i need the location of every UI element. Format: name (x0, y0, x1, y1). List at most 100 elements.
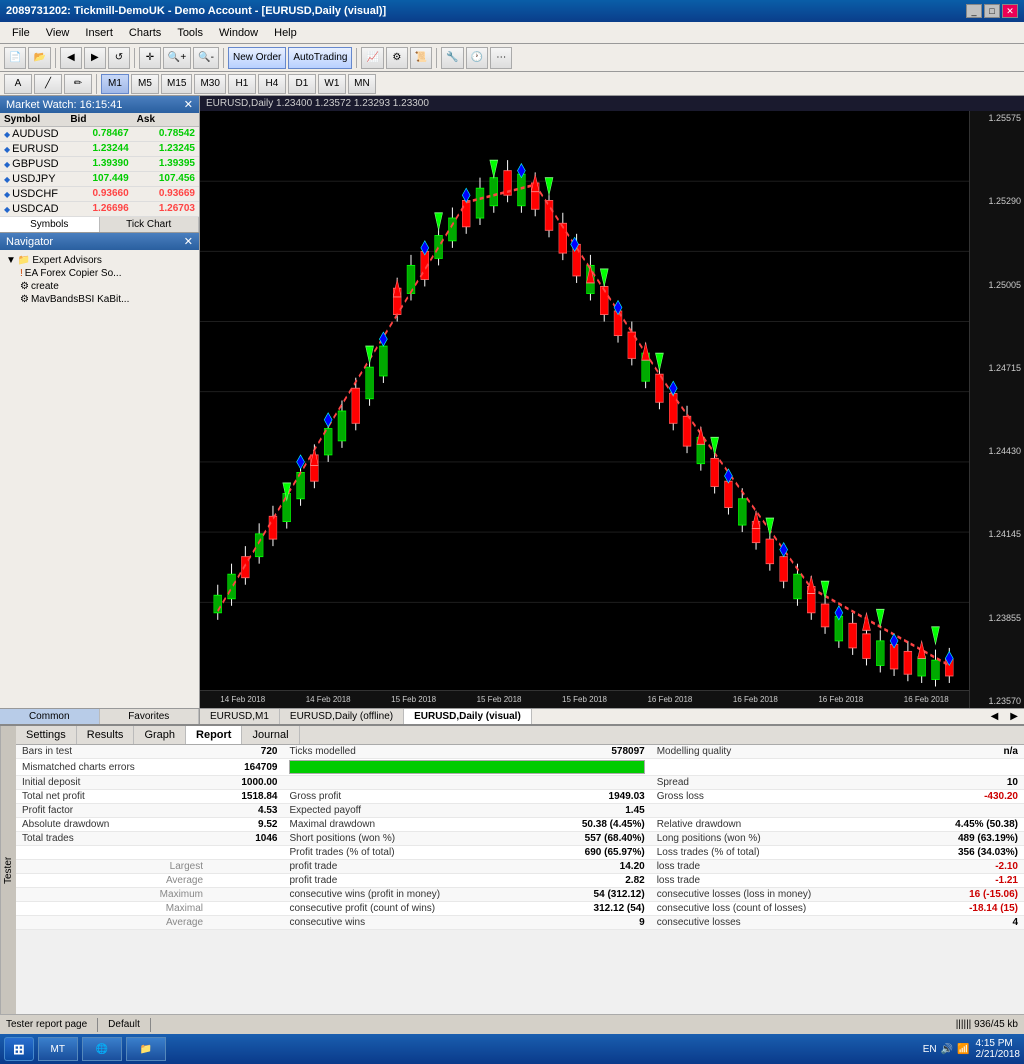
scroll-right-button[interactable]: ▶ (1004, 709, 1024, 724)
clock-button[interactable]: 🕐 (466, 47, 488, 69)
nav-item-ea-forex-copier[interactable]: ! EA Forex Copier So... (4, 267, 195, 280)
tab-common[interactable]: Common (0, 709, 100, 724)
cell-label: Maximal (16, 902, 209, 916)
cursor-button[interactable]: A (4, 74, 32, 94)
cell-value: -18.14 (15) (908, 902, 1024, 916)
period-h4[interactable]: H4 (258, 74, 286, 94)
table-row: Profit factor 4.53 Expected payoff 1.45 (16, 804, 1024, 818)
zoom-out-button[interactable]: 🔍- (193, 47, 219, 69)
menu-file[interactable]: File (4, 25, 38, 41)
list-item[interactable]: ◆EURUSD 1.23244 1.23245 (0, 142, 199, 157)
period-h1[interactable]: H1 (228, 74, 256, 94)
table-row: Initial deposit 1000.00 Spread 10 (16, 776, 1024, 790)
period-w1[interactable]: W1 (318, 74, 346, 94)
cell-label: profit trade (283, 860, 535, 874)
tester-side-label: Tester (0, 726, 16, 1014)
quality-bar-container (289, 760, 644, 774)
taskbar-app-chrome[interactable]: 🌐 (82, 1037, 122, 1061)
tab-symbols[interactable]: Symbols (0, 217, 100, 232)
properties-button[interactable]: 🔧 (441, 47, 463, 69)
list-item[interactable]: ◆GBPUSD 1.39390 1.39395 (0, 157, 199, 172)
period-m1[interactable]: M1 (101, 74, 129, 94)
cell-value: -430.20 (908, 790, 1024, 804)
start-button[interactable]: ⊞ (4, 1037, 34, 1061)
table-row: Total trades 1046 Short positions (won %… (16, 832, 1024, 846)
tab-eurusd-daily-visual[interactable]: EURUSD,Daily (visual) (404, 709, 532, 724)
tab-settings[interactable]: Settings (16, 726, 77, 744)
menu-charts[interactable]: Charts (121, 25, 169, 41)
cell-value: 4.53 (209, 804, 283, 818)
nav-item-mavbands[interactable]: ⚙ MavBandsBSI KaBit... (4, 293, 195, 306)
scroll-left-button[interactable]: ◀ (985, 709, 1005, 724)
chart-canvas[interactable]: 1.25575 1.25290 1.25005 1.24715 1.24430 … (200, 111, 1024, 708)
list-item[interactable]: ◆USDJPY 107.449 107.456 (0, 172, 199, 187)
forward-button[interactable]: ▶ (84, 47, 106, 69)
cell-label: Largest (16, 860, 209, 874)
minimize-button[interactable]: _ (966, 4, 982, 18)
status-separator (97, 1018, 98, 1032)
maximize-button[interactable]: □ (984, 4, 1000, 18)
market-watch-title: Market Watch: 16:15:41 (6, 99, 122, 111)
quality-bar-cell (283, 759, 650, 776)
expert-button[interactable]: ⚙ (386, 47, 408, 69)
cell-value (908, 759, 1024, 776)
menu-tools[interactable]: Tools (169, 25, 211, 41)
refresh-button[interactable]: ↺ (108, 47, 130, 69)
symbol-audusd: ◆AUDUSD (0, 127, 66, 141)
taskbar: ⊞ MT 🌐 📁 EN 🔊 📶 4:15 PM 2/21/2018 (0, 1034, 1024, 1064)
tab-favorites[interactable]: Favorites (100, 709, 200, 724)
tab-eurusd-m1[interactable]: EURUSD,M1 (200, 709, 280, 724)
open-button[interactable]: 📂 (28, 47, 50, 69)
market-watch-close[interactable]: ✕ (184, 98, 193, 111)
draw-tools-button[interactable]: ✏ (64, 74, 92, 94)
back-button[interactable]: ◀ (60, 47, 82, 69)
menu-insert[interactable]: Insert (77, 25, 121, 41)
list-item[interactable]: ◆AUDUSD 0.78467 0.78542 (0, 127, 199, 142)
options-button[interactable]: ⋯ (490, 47, 512, 69)
tab-report[interactable]: Report (186, 726, 242, 744)
menu-window[interactable]: Window (211, 25, 266, 41)
toolbar-separator (55, 48, 56, 68)
status-bar: Tester report page Default |||||| 936/45… (0, 1014, 1024, 1034)
menu-view[interactable]: View (38, 25, 78, 41)
list-item[interactable]: ◆USDCHF 0.93660 0.93669 (0, 187, 199, 202)
line-button[interactable]: ╱ (34, 74, 62, 94)
market-watch-table: Symbol Bid Ask ◆AUDUSD 0.78467 0.78542 ◆… (0, 113, 199, 217)
close-button[interactable]: ✕ (1002, 4, 1018, 18)
taskbar-app-file[interactable]: 📁 (126, 1037, 166, 1061)
period-mn[interactable]: MN (348, 74, 376, 94)
window-controls[interactable]: _ □ ✕ (966, 4, 1018, 18)
tab-graph[interactable]: Graph (134, 726, 186, 744)
date-label: 16 Feb 2018 (647, 695, 692, 704)
new-order-button[interactable]: New Order (228, 47, 286, 69)
list-item[interactable]: ◆USDCAD 1.26696 1.26703 (0, 202, 199, 217)
ask-gbpusd: 1.39395 (133, 157, 199, 171)
new-chart-button[interactable]: 📄 (4, 47, 26, 69)
lang-indicator: EN (923, 1044, 937, 1055)
cell-label (651, 804, 909, 818)
taskbar-app-metatrader[interactable]: MT (38, 1037, 78, 1061)
period-d1[interactable]: D1 (288, 74, 316, 94)
period-m5[interactable]: M5 (131, 74, 159, 94)
navigator-close[interactable]: ✕ (184, 235, 193, 248)
report-table: Bars in test 720 Ticks modelled 578097 M… (16, 745, 1024, 1014)
tab-journal[interactable]: Journal (242, 726, 299, 744)
nav-item-create[interactable]: ⚙ create (4, 280, 195, 293)
tab-results[interactable]: Results (77, 726, 135, 744)
tab-tick-chart[interactable]: Tick Chart (100, 217, 200, 232)
ask-audusd: 0.78542 (133, 127, 199, 141)
indicator-button[interactable]: 📈 (361, 47, 383, 69)
autotrading-button[interactable]: AutoTrading (288, 47, 352, 69)
menu-help[interactable]: Help (266, 25, 305, 41)
cell-label: Expected payoff (283, 804, 535, 818)
nav-item-expert-advisors[interactable]: ▼ 📁 Expert Advisors (4, 254, 195, 267)
zoom-in-button[interactable]: 🔍+ (163, 47, 191, 69)
cell-value: 10 (908, 776, 1024, 790)
period-m15[interactable]: M15 (161, 74, 192, 94)
crosshair-button[interactable]: ✛ (139, 47, 161, 69)
market-watch-tabs: Symbols Tick Chart (0, 217, 199, 233)
cell-value: 4 (908, 916, 1024, 930)
tab-eurusd-daily-offline[interactable]: EURUSD,Daily (offline) (280, 709, 404, 724)
period-m30[interactable]: M30 (194, 74, 225, 94)
script-button[interactable]: 📜 (410, 47, 432, 69)
